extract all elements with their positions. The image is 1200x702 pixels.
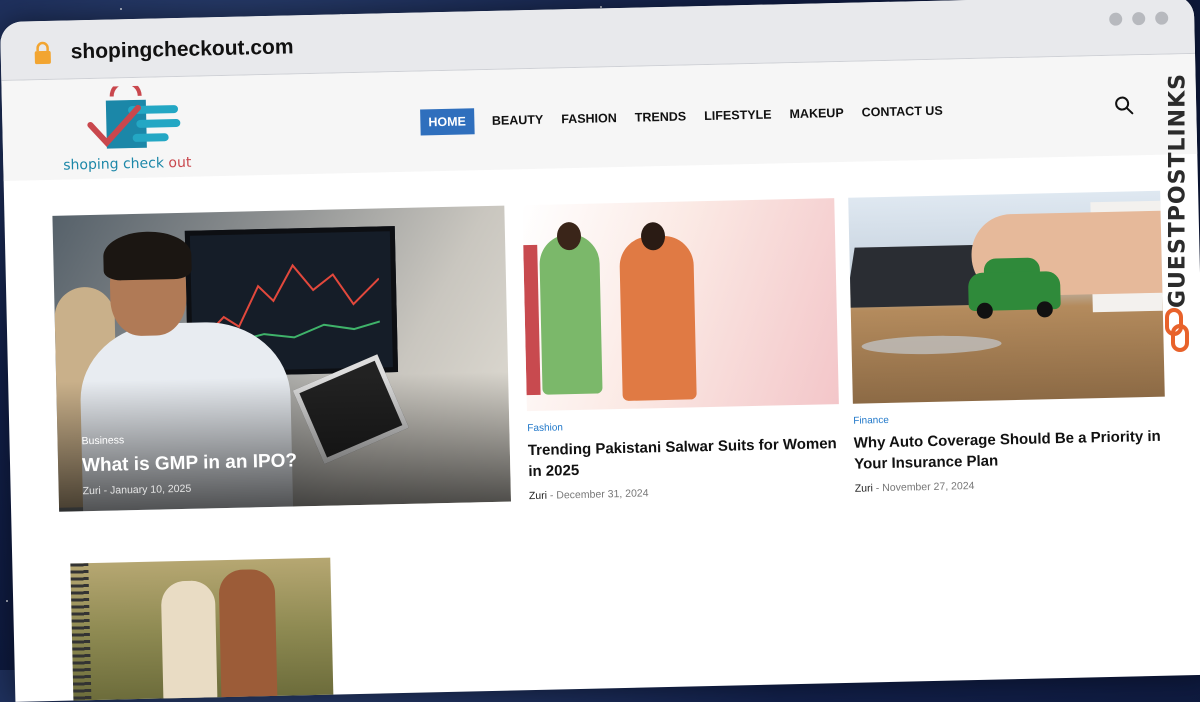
post-card-fashion[interactable]: Fashion Trending Pakistani Salwar Suits … [522, 198, 841, 502]
nav-lifestyle[interactable]: LIFESTYLE [704, 102, 772, 130]
post-date: December 31, 2024 [556, 487, 649, 502]
post-author[interactable]: Zuri [529, 490, 547, 502]
post-image-wheel [976, 302, 993, 319]
post-image-figure [523, 244, 541, 396]
featured-meta: Zuri - January 10, 2025 [83, 483, 192, 497]
nav-contact-us[interactable]: CONTACT US [861, 98, 943, 126]
window-dot[interactable] [1155, 11, 1169, 25]
nav-beauty[interactable]: BEAUTY [492, 107, 544, 134]
post-image[interactable] [848, 190, 1165, 404]
window-dot[interactable] [1132, 12, 1146, 26]
featured-category[interactable]: Business [81, 434, 124, 447]
post-meta: Zuri - December 31, 2024 [529, 483, 841, 502]
post-category[interactable]: Finance [853, 409, 1165, 427]
nav-trends[interactable]: TRENDS [635, 103, 687, 130]
post-image-figure [619, 235, 697, 401]
browser-window: shopingcheckout.com shoping check out HO… [0, 0, 1200, 702]
nav-home[interactable]: HOME [420, 108, 475, 136]
lock-icon [34, 41, 51, 65]
window-controls [1109, 11, 1169, 26]
post-category[interactable]: Fashion [527, 416, 839, 434]
post-image-person-hair [102, 230, 192, 281]
watermark-text: GUESTPOSTLINKS [1165, 73, 1191, 308]
search-icon[interactable] [1114, 95, 1134, 115]
post-card-thumbnail[interactable] [70, 557, 334, 702]
post-image-figure [538, 233, 603, 395]
window-dot[interactable] [1109, 12, 1123, 26]
link-icon [1165, 308, 1189, 352]
nav-makeup[interactable]: MAKEUP [789, 100, 844, 127]
post-image-coins [861, 334, 1002, 356]
post-image-spiral [70, 563, 92, 702]
post-title[interactable]: Why Auto Coverage Should Be a Priority i… [854, 426, 1167, 475]
post-image-figure [160, 580, 218, 702]
main-nav: HOME BEAUTY FASHION TRENDS LIFESTYLE MAK… [420, 98, 943, 136]
featured-author[interactable]: Zuri [83, 485, 101, 497]
post-date: November 27, 2024 [882, 480, 975, 495]
post-author[interactable]: Zuri [855, 482, 873, 494]
post-card-finance[interactable]: Finance Why Auto Coverage Should Be a Pr… [848, 190, 1167, 495]
post-title[interactable]: Trending Pakistani Salwar Suits for Wome… [528, 433, 841, 482]
nav-fashion[interactable]: FASHION [561, 105, 617, 132]
logo-wordmark: shoping check out [63, 155, 191, 174]
post-image-figure [218, 568, 278, 701]
website: shoping check out HOME BEAUTY FASHION TR… [1, 53, 1200, 702]
logo-text-accent: out [168, 154, 192, 172]
featured-date: January 10, 2025 [109, 482, 192, 497]
post-image-wheel [1036, 301, 1053, 318]
address-bar-url[interactable]: shopingcheckout.com [70, 35, 293, 64]
post-image[interactable] [522, 198, 839, 412]
featured-post-card[interactable]: Business What is GMP in an IPO? Zuri - J… [52, 205, 512, 512]
post-meta: Zuri - November 27, 2024 [855, 476, 1167, 495]
logo-text: shoping check [63, 155, 165, 174]
guestpostlinks-watermark: GUESTPOSTLINKS [1156, 58, 1196, 358]
